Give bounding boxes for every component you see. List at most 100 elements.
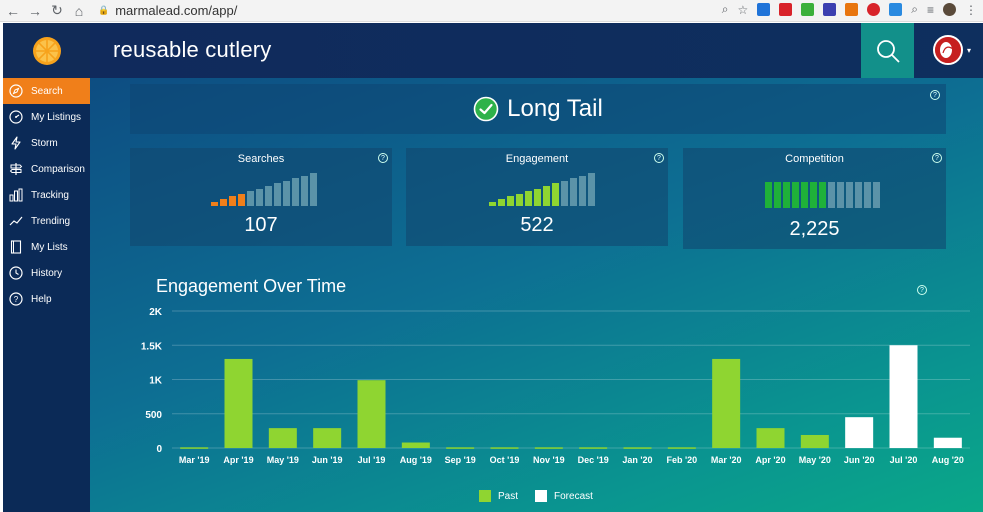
orange-slice-logo-icon: [32, 36, 61, 65]
x-tick-label: Mar '19: [179, 455, 210, 465]
zoom-icon[interactable]: ⌕: [722, 2, 729, 17]
past-bar[interactable]: [579, 447, 608, 449]
notebook-icon: [8, 239, 24, 255]
past-bar[interactable]: [534, 447, 563, 449]
back-arrow-icon[interactable]: ←: [4, 2, 22, 20]
x-tick-label: Jun '20: [844, 455, 875, 465]
svg-text:?: ?: [14, 295, 19, 304]
pinterest-icon[interactable]: [867, 3, 881, 16]
x-tick-label: Oct '19: [490, 455, 520, 465]
sidebar-item-label: Trending: [31, 215, 71, 227]
sidebar-item-label: Storm: [31, 137, 58, 149]
gauge-icon: [8, 109, 24, 125]
home-icon[interactable]: ⌂: [70, 2, 88, 20]
profile-avatar[interactable]: [943, 3, 956, 16]
search-icon: [876, 39, 900, 63]
chevron-down-icon: ▾: [967, 45, 972, 55]
x-tick-label: Aug '20: [932, 455, 964, 465]
bookmark-star-icon[interactable]: ☆: [737, 3, 748, 17]
sidebar-item-label: Search: [31, 85, 63, 97]
past-bar[interactable]: [446, 447, 475, 449]
menu-kebab-icon[interactable]: ⋮: [965, 3, 977, 17]
past-bar[interactable]: [357, 380, 386, 448]
question-icon: ?: [8, 291, 24, 307]
trend-line-icon: [8, 213, 24, 229]
signpost-icon: [8, 161, 24, 177]
past-bar[interactable]: [401, 442, 430, 448]
x-tick-label: Jul '19: [358, 455, 386, 465]
y-tick-label: 500: [145, 410, 162, 421]
x-tick-label: Dec '19: [578, 455, 609, 465]
browser-toolbar: ← → ↻ ⌂ 🔒 marmalead.com/app/ ⌕ ☆ ⌕ ≡ ⋮: [0, 0, 983, 22]
sidebar-item-my-lists[interactable]: My Lists: [3, 234, 90, 260]
x-tick-label: Apr '19: [223, 455, 253, 465]
address-bar[interactable]: 🔒 marmalead.com/app/: [98, 1, 237, 21]
past-bar[interactable]: [712, 358, 741, 448]
past-bar[interactable]: [756, 428, 785, 448]
forecast-bar[interactable]: [845, 417, 874, 448]
past-bar[interactable]: [667, 447, 696, 449]
sidebar-item-help[interactable]: ? Help: [3, 286, 90, 312]
engagement-chart: 0 500 1K 1.5K 2K Mar '19 Apr '19 May '19 Jun '19…: [141, 307, 970, 465]
past-bar[interactable]: [800, 434, 829, 448]
x-tick-label: Mar '20: [711, 455, 742, 465]
main-content: Long Tail ? Searches ? 107 Engagement ? …: [90, 78, 983, 512]
sidebar-item-storm[interactable]: Storm: [3, 130, 90, 156]
sidebar-item-history[interactable]: History: [3, 260, 90, 286]
url-text: marmalead.com/app/: [115, 3, 238, 18]
user-menu[interactable]: ▾: [933, 35, 971, 65]
extension-purple-icon[interactable]: [823, 3, 837, 16]
sidebar-item-label: Tracking: [31, 189, 69, 201]
y-tick-label: 0: [156, 444, 162, 455]
sidebar-item-search[interactable]: Search: [3, 78, 90, 104]
sidebar-item-label: Comparison: [31, 163, 85, 175]
sidebar-item-my-listings[interactable]: My Listings: [3, 104, 90, 130]
reading-list-icon[interactable]: ≡: [927, 3, 934, 17]
past-bar[interactable]: [268, 428, 297, 448]
chart-legend: Past Forecast: [479, 490, 593, 502]
x-tick-label: May '19: [267, 455, 299, 465]
extension-gmail-icon[interactable]: [779, 3, 793, 16]
sidebar-item-comparison[interactable]: Comparison: [3, 156, 90, 182]
sidebar-item-trending[interactable]: Trending: [3, 208, 90, 234]
app-logo[interactable]: [3, 23, 90, 78]
past-bar[interactable]: [180, 447, 209, 449]
magnifier-extension-icon[interactable]: ⌕: [911, 2, 918, 17]
forecast-bar[interactable]: [933, 437, 962, 448]
x-tick-label: Feb '20: [667, 455, 698, 465]
bar-chart-icon: [8, 187, 24, 203]
extension-orange-icon[interactable]: [845, 3, 859, 16]
past-bar[interactable]: [490, 447, 519, 449]
sidebar-item-label: My Lists: [31, 241, 68, 253]
sidebar-item-label: Help: [31, 293, 52, 305]
past-bar[interactable]: [313, 428, 342, 448]
x-tick-label: May '20: [799, 455, 831, 465]
x-tick-label: Jul '20: [890, 455, 918, 465]
x-tick-label: Sep '19: [445, 455, 476, 465]
lightning-icon: [8, 135, 24, 151]
sidebar-item-tracking[interactable]: Tracking: [3, 182, 90, 208]
past-bar[interactable]: [623, 447, 652, 449]
sidebar: Search My Listings Storm Comparison Trac…: [3, 78, 90, 512]
legend-past-swatch: [479, 490, 491, 502]
past-bar[interactable]: [224, 358, 253, 448]
extension-blue-icon[interactable]: [757, 3, 771, 16]
compass-icon: [8, 83, 24, 99]
y-tick-label: 1K: [149, 376, 163, 387]
x-tick-label: Aug '19: [400, 455, 432, 465]
search-button[interactable]: [861, 23, 914, 78]
legend-forecast-label: Forecast: [554, 490, 593, 502]
x-tick-label: Nov '19: [533, 455, 565, 465]
forecast-bar[interactable]: [889, 345, 918, 448]
sidebar-item-label: History: [31, 267, 63, 279]
legend-forecast-swatch: [535, 490, 548, 502]
clock-icon: [8, 265, 24, 281]
x-tick-label: Apr '20: [755, 455, 785, 465]
forward-arrow-icon[interactable]: →: [26, 2, 44, 20]
app-header: reusable cutlery ▾: [90, 23, 983, 78]
extension-cyan-icon[interactable]: [889, 3, 903, 16]
extension-green-icon[interactable]: [801, 3, 815, 16]
reload-icon[interactable]: ↻: [48, 2, 66, 20]
y-tick-label: 1.5K: [141, 341, 163, 352]
avatar[interactable]: [933, 35, 963, 65]
